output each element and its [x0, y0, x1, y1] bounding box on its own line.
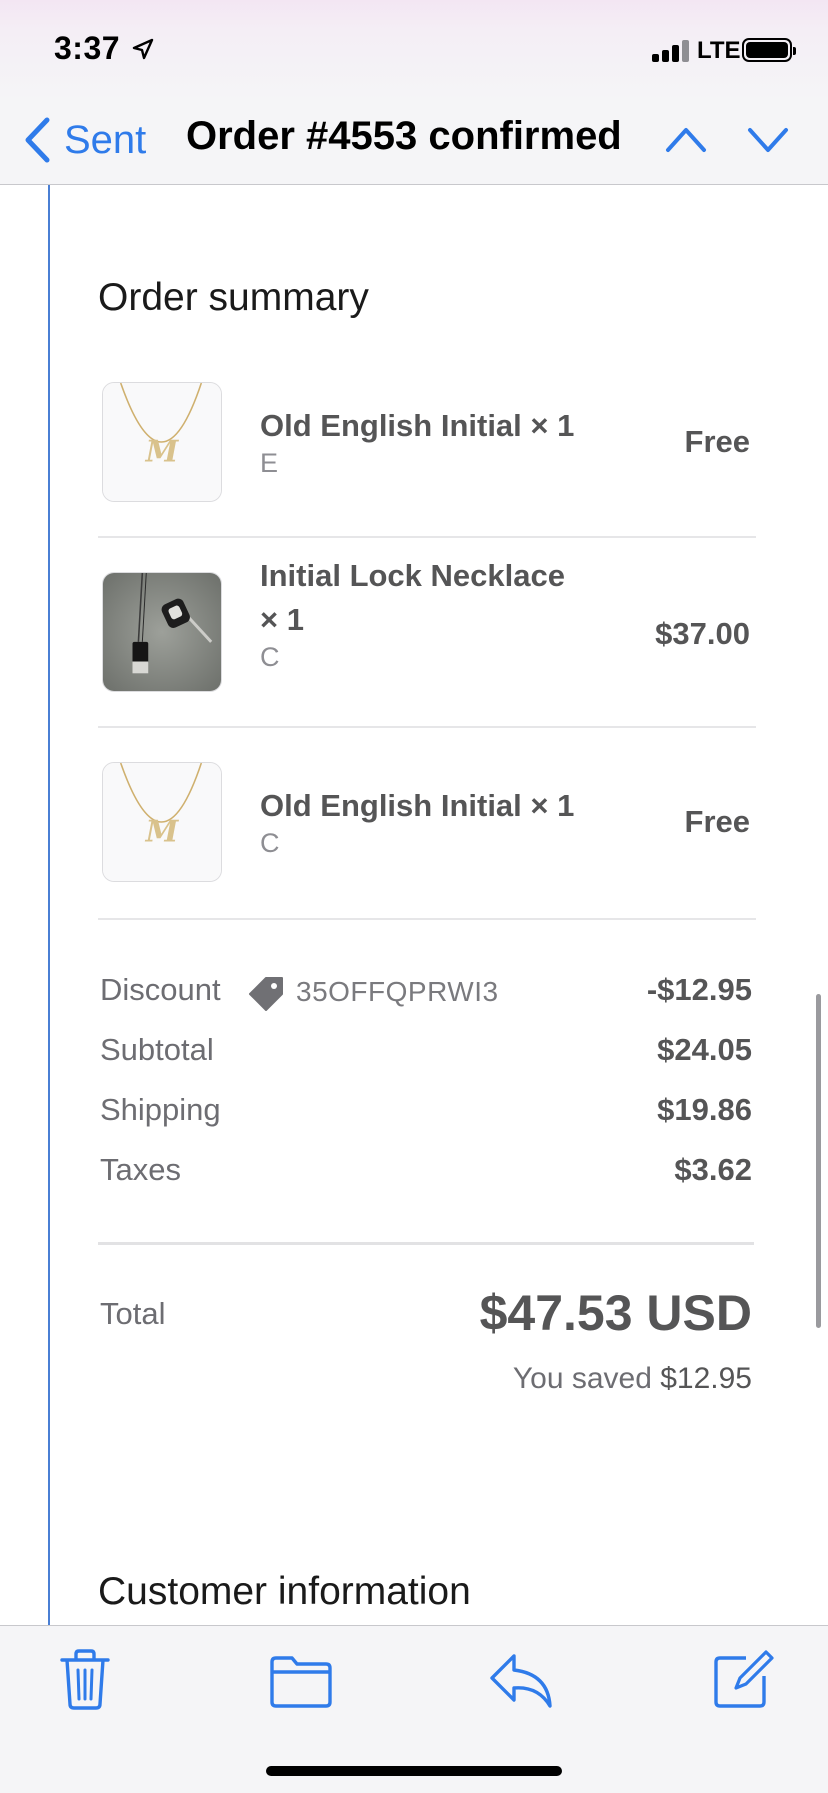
trash-icon	[60, 1649, 110, 1710]
discount-label: Discount	[100, 972, 221, 1007]
email-body: Order summary M Old English Initial × 1 …	[0, 0, 828, 1792]
order-item: M Old English Initial × 1 E Free	[98, 380, 756, 538]
discount-code: 35OFFQPRWI3	[296, 976, 499, 1007]
total-label: Total	[100, 1296, 166, 1331]
compose-button[interactable]	[706, 1646, 776, 1712]
item-name: Old English Initial × 1	[260, 788, 575, 823]
tag-icon	[249, 977, 283, 1011]
move-to-folder-button[interactable]	[266, 1646, 336, 1712]
subtotal-row: Subtotal $24.05	[100, 1032, 752, 1078]
savings-line: You saved $12.95	[513, 1362, 752, 1396]
product-image-gold-initial: M	[102, 382, 222, 502]
subtotal-label: Subtotal	[100, 1032, 214, 1067]
order-item: M Old English Initial × 1 C Free	[98, 728, 756, 920]
item-name: Initial Lock Necklace × 1	[260, 558, 565, 637]
reply-icon	[490, 1654, 552, 1708]
savings-amount: $12.95	[660, 1362, 752, 1395]
svg-text:M: M	[145, 434, 180, 469]
compose-icon	[714, 1650, 774, 1708]
item-price: Free	[684, 424, 750, 459]
discount-row: Discount 35OFFQPRWI3 -$12.95	[100, 972, 752, 1018]
product-image-lock-necklace	[102, 572, 222, 692]
order-item: Initial Lock Necklace × 1 C $37.00	[98, 538, 756, 728]
total-divider	[98, 1242, 754, 1245]
reply-button[interactable]	[486, 1646, 556, 1712]
taxes-label: Taxes	[100, 1152, 181, 1187]
item-variant: E	[260, 448, 279, 478]
shipping-row: Shipping $19.86	[100, 1092, 752, 1138]
shipping-value: $19.86	[657, 1092, 752, 1127]
item-price: $37.00	[655, 616, 750, 651]
shipping-label: Shipping	[100, 1092, 221, 1127]
scrollbar[interactable]	[816, 994, 821, 1328]
product-image-gold-initial: M	[102, 762, 222, 882]
folder-icon	[270, 1656, 332, 1708]
item-name: Old English Initial × 1	[260, 408, 575, 443]
total-value: $47.53 USD	[479, 1285, 752, 1341]
order-summary-title: Order summary	[98, 276, 369, 319]
svg-text:M: M	[145, 814, 180, 849]
home-indicator[interactable]	[266, 1766, 562, 1776]
delete-button[interactable]	[50, 1646, 120, 1712]
item-variant: C	[260, 642, 280, 672]
item-variant: C	[260, 828, 280, 858]
taxes-value: $3.62	[674, 1152, 752, 1187]
savings-prefix: You saved	[512, 1362, 652, 1395]
subtotal-value: $24.05	[657, 1032, 752, 1067]
item-price: Free	[684, 804, 750, 839]
discount-value: -$12.95	[646, 972, 752, 1007]
customer-information-title: Customer information	[98, 1570, 471, 1613]
taxes-row: Taxes $3.62	[100, 1152, 752, 1198]
